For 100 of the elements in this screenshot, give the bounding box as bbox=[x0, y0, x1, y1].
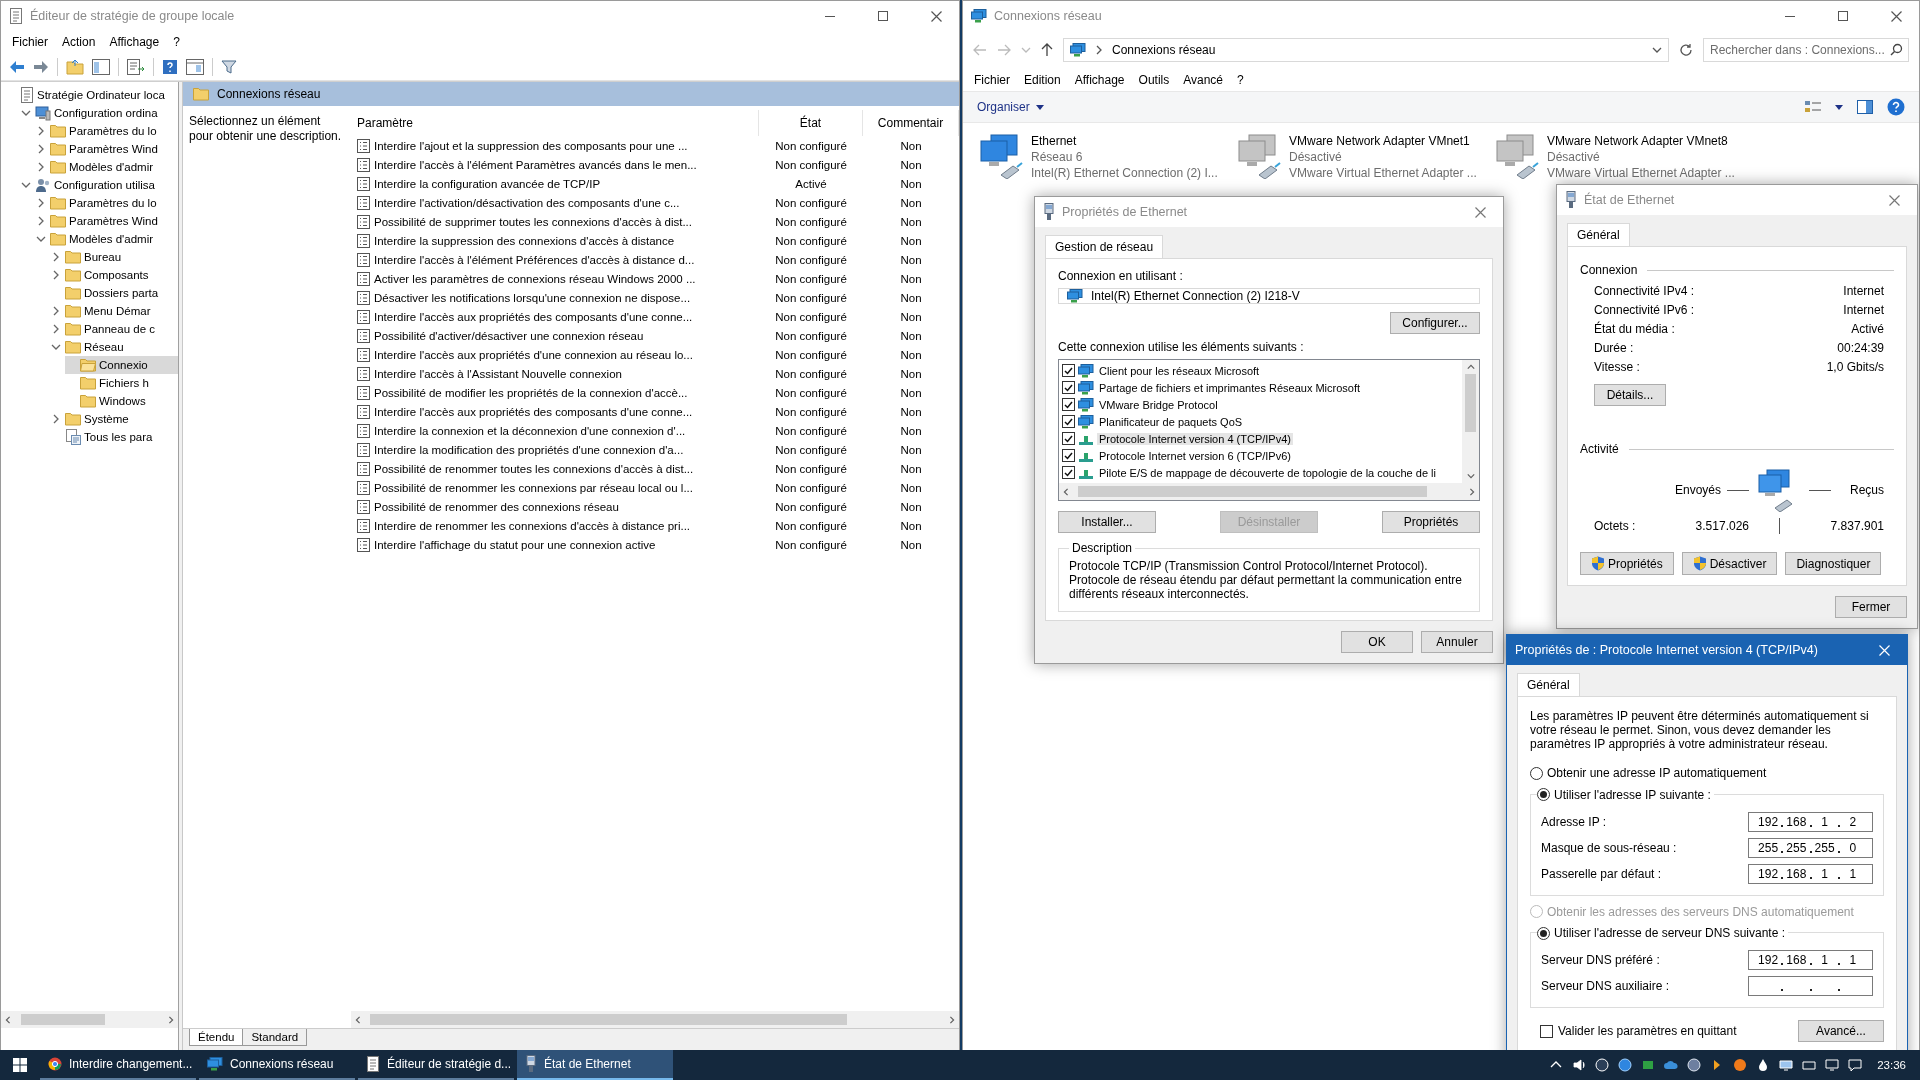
component-item[interactable]: Protocole Internet version 6 (TCP/IPv6) bbox=[1097, 449, 1293, 462]
tab[interactable]: Général bbox=[1567, 223, 1630, 246]
refresh-icon[interactable] bbox=[1679, 43, 1693, 57]
scroll-left-icon[interactable] bbox=[354, 1015, 362, 1024]
search-field[interactable]: Rechercher dans : Connexions... bbox=[1703, 38, 1909, 62]
tree-item[interactable]: Modèles d'admir bbox=[35, 230, 178, 248]
setting-name[interactable]: Interdire l'activation/désactivation des composants d'une c... bbox=[374, 196, 680, 209]
setting-name[interactable]: Interdire l'accès à l'élément Paramètres avancés dans le men... bbox=[374, 158, 697, 171]
option-label[interactable]: Obtenir une adresse IP automatiquement bbox=[1547, 766, 1767, 781]
dropdown-chevron-icon[interactable] bbox=[1652, 45, 1662, 55]
menu-item[interactable]: Affichage bbox=[1067, 73, 1132, 87]
organize-button[interactable]: Organiser bbox=[977, 100, 1044, 114]
tree-item[interactable]: Paramètres Wind bbox=[35, 140, 178, 158]
vertical-scrollbar[interactable] bbox=[1462, 360, 1479, 483]
tree-item[interactable]: Windows bbox=[65, 392, 178, 410]
ip-address-field[interactable]: 192 168 1 2 bbox=[1748, 811, 1873, 832]
ip-address-field[interactable]: 255 255 255 0 bbox=[1748, 837, 1873, 858]
menu-item[interactable]: Affichage bbox=[102, 35, 167, 49]
option-label[interactable]: Utiliser l'adresse de serveur DNS suivante : bbox=[1554, 926, 1786, 940]
monitor-icon[interactable] bbox=[1825, 1058, 1840, 1072]
tree-item[interactable]: Stratégie Ordinateur loca bbox=[5, 86, 178, 104]
cancel-button[interactable]: Annuler bbox=[1421, 631, 1493, 653]
tree-item[interactable]: Paramètres du lo bbox=[35, 122, 178, 140]
advanced-button[interactable]: Avancé... bbox=[1798, 1020, 1884, 1042]
tree-item[interactable]: Bureau bbox=[50, 248, 178, 266]
view-options-icon[interactable] bbox=[1805, 100, 1821, 114]
tree-item[interactable]: Paramètres du lo bbox=[35, 194, 178, 212]
help-icon[interactable] bbox=[1887, 98, 1905, 116]
setting-name[interactable]: Possibilité de supprimer toutes les connexions d'accès à dist... bbox=[374, 215, 692, 228]
close-button[interactable]: Fermer bbox=[1835, 596, 1907, 618]
checkbox[interactable] bbox=[1540, 1024, 1553, 1038]
setting-name[interactable]: Interdire l'accès aux propriétés des composants d'une conne... bbox=[374, 405, 693, 418]
component-item[interactable]: Pilote E/S de mappage de découverte de topologie de la couche de li bbox=[1097, 466, 1438, 479]
setting-name[interactable]: Interdire l'accès aux propriétés des composants d'une conne... bbox=[374, 310, 693, 323]
checkbox[interactable] bbox=[1062, 398, 1075, 411]
dialog-button[interactable]: Propriétés bbox=[1382, 511, 1480, 533]
scroll-right-icon[interactable] bbox=[1468, 487, 1476, 496]
setting-name[interactable]: Interdire l'accès à l'élément Préférences d'accès à distance d... bbox=[374, 253, 695, 266]
ip-address-field[interactable]: 192 168 1 1 bbox=[1748, 863, 1873, 884]
tab[interactable]: Étendu bbox=[189, 1029, 244, 1046]
checkbox[interactable] bbox=[1062, 364, 1075, 377]
forward-arrow-icon[interactable] bbox=[33, 59, 49, 74]
tree-item[interactable]: Connexio bbox=[65, 356, 178, 374]
column-header[interactable]: État bbox=[759, 110, 863, 136]
setting-name[interactable]: Possibilité de renommer toutes les connexions d'accès à dist... bbox=[374, 462, 694, 475]
component-item[interactable]: Protocole Internet version 4 (TCP/IPv4) bbox=[1097, 432, 1293, 445]
address-crumb[interactable]: Connexions réseau bbox=[1112, 43, 1644, 57]
component-item[interactable]: Client pour les réseaux Microsoft bbox=[1097, 364, 1262, 377]
up-arrow-icon[interactable] bbox=[1041, 43, 1053, 57]
setting-name[interactable]: Interdire l'accès aux propriétés d'une connexion au réseau lo... bbox=[374, 348, 693, 361]
close-icon[interactable] bbox=[930, 10, 942, 22]
console-tree-icon[interactable] bbox=[92, 58, 110, 75]
tree-item[interactable]: Configuration utilisa bbox=[20, 176, 178, 194]
component-item[interactable]: Planificateur de paquets QoS bbox=[1097, 415, 1245, 428]
scroll-right-icon[interactable] bbox=[948, 1015, 956, 1024]
menu-item[interactable]: Edition bbox=[1017, 73, 1068, 87]
scroll-down-icon[interactable] bbox=[1466, 472, 1475, 480]
taskbar-button[interactable]: État de Ethernet bbox=[517, 1050, 673, 1080]
breadcrumb-chevron-icon[interactable] bbox=[1094, 45, 1104, 55]
dialog-button[interactable]: Installer... bbox=[1058, 511, 1156, 533]
checkbox[interactable] bbox=[1062, 415, 1075, 428]
setting-name[interactable]: Interdire de renommer les connexions d'accès à distance pri... bbox=[374, 519, 691, 532]
dialog-button[interactable]: Désactiver bbox=[1681, 552, 1778, 575]
menu-item[interactable]: ? bbox=[166, 35, 187, 49]
setting-name[interactable]: Possibilité de renommer des connexions réseau bbox=[374, 500, 619, 513]
tree-item[interactable]: Réseau bbox=[50, 338, 178, 356]
menu-item[interactable]: Fichier bbox=[967, 73, 1017, 87]
tab[interactable]: Général bbox=[1517, 673, 1580, 696]
checkbox-label[interactable]: Valider les paramètres en quittant bbox=[1558, 1024, 1737, 1038]
chevron-icon[interactable] bbox=[51, 414, 61, 424]
taskbar-button[interactable]: Connexions réseau bbox=[199, 1050, 355, 1080]
message-icon[interactable] bbox=[1848, 1058, 1863, 1072]
scroll-right-icon[interactable] bbox=[167, 1015, 175, 1024]
browser-round-icon[interactable] bbox=[1687, 1058, 1702, 1072]
scroll-left-icon[interactable] bbox=[1062, 487, 1070, 496]
taskbar-button[interactable]: Éditeur de stratégie d... bbox=[358, 1050, 514, 1080]
tab[interactable]: Gestion de réseau bbox=[1045, 235, 1164, 258]
component-item[interactable]: VMware Bridge Protocol bbox=[1097, 398, 1220, 411]
setting-name[interactable]: Possibilité d'activer/désactiver une connexion réseau bbox=[374, 329, 644, 342]
setting-name[interactable]: Interdire l'ajout et la suppression des composants pour une ... bbox=[374, 139, 688, 152]
address-bar[interactable]: Connexions réseau bbox=[1063, 38, 1669, 62]
ip-address-field[interactable]: 192 168 1 1 bbox=[1748, 950, 1873, 970]
details-button[interactable]: Détails... bbox=[1594, 384, 1666, 406]
tree-item[interactable]: Dossiers parta bbox=[50, 284, 178, 302]
tree-item[interactable]: Configuration ordina bbox=[20, 104, 178, 122]
menu-item[interactable]: Action bbox=[55, 35, 103, 49]
horizontal-scrollbar[interactable] bbox=[1, 1011, 178, 1028]
setting-name[interactable]: Possibilité de renommer les connexions par réseau local ou l... bbox=[374, 481, 693, 494]
cloud-icon[interactable] bbox=[1664, 1058, 1679, 1072]
checkbox[interactable] bbox=[1062, 432, 1075, 445]
column-header[interactable]: Paramètre bbox=[351, 110, 759, 136]
horizontal-scrollbar[interactable] bbox=[351, 1011, 959, 1028]
checkbox[interactable] bbox=[1062, 449, 1075, 462]
windows-logo-icon[interactable] bbox=[13, 1058, 27, 1072]
radio-button[interactable] bbox=[1530, 766, 1543, 780]
scroll-left-icon[interactable] bbox=[4, 1015, 12, 1024]
menu-item[interactable]: Fichier bbox=[5, 35, 55, 49]
horizontal-scrollbar[interactable] bbox=[1059, 483, 1479, 500]
close-icon[interactable] bbox=[1890, 10, 1902, 22]
setting-name[interactable]: Interdire la configuration avancée de TCP/IP bbox=[374, 177, 601, 190]
